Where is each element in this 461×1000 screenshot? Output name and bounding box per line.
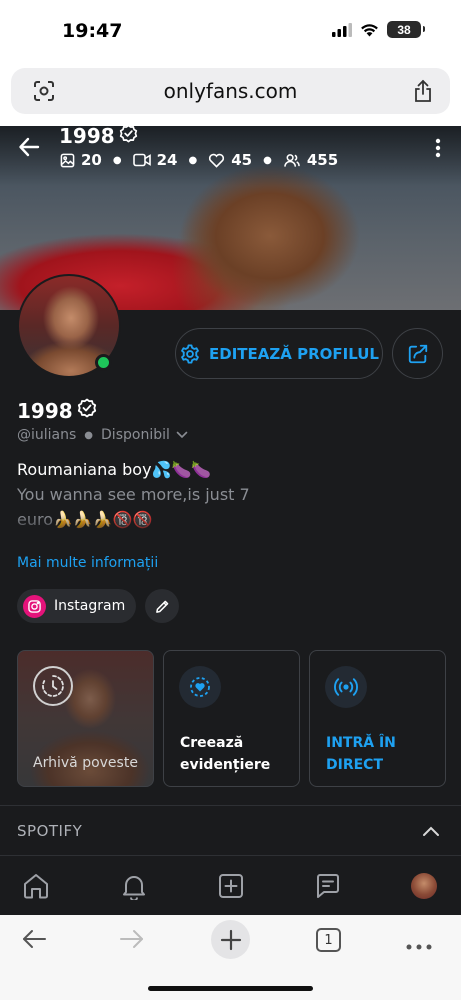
share-profile-button[interactable] [392,328,443,379]
handle-row: @iulians ● Disponibil [17,427,188,443]
status-bar: 19:47 38 [0,0,461,62]
instagram-link[interactable]: Instagram [17,589,136,623]
go-live-label: INTRĂ ÎN DIRECT [326,732,396,776]
story-archive-label: Arhivă poveste [33,755,138,771]
cover-name-text: 1998 [59,126,115,148]
stat-videos-count: 24 [156,151,178,169]
profile-bio: Roumaniana boy💦🍆🍆 You wanna see more,is … [17,457,437,539]
gear-icon [181,343,199,364]
section-divider [0,805,461,806]
verified-icon [119,126,138,148]
story-archive-card[interactable]: Arhivă poveste [17,650,154,787]
plus-square-icon[interactable] [217,872,245,905]
video-icon [132,153,151,167]
more-icon[interactable] [406,937,432,955]
heart-circle-icon [179,666,221,708]
status-time: 19:47 [62,20,123,42]
share-icon[interactable] [413,79,433,108]
edit-social-button[interactable] [145,589,179,623]
chat-icon[interactable] [314,872,342,905]
forward-icon[interactable] [119,927,145,956]
stat-separator: ● [112,154,122,166]
profile-name-text: 1998 [17,398,73,423]
bio-line-2: You wanna see more,is just 7 [17,485,250,504]
heart-icon [209,153,225,168]
chevron-down-icon[interactable] [176,427,188,443]
pencil-icon [155,600,168,613]
create-highlight-label-line2: evidențiere [180,757,271,773]
stat-fans[interactable]: 455 [283,151,338,169]
profile-section: EDITEAZĂ PROFILUL 1998 @iulians ● Dispon… [0,274,461,915]
go-live-label-line1: INTRĂ ÎN [326,735,396,751]
cover-title: 1998 [59,126,138,148]
live-broadcast-icon [325,666,367,708]
profile-name: 1998 [17,398,97,423]
chevron-up-icon[interactable] [422,824,440,842]
handle-separator: ● [84,429,94,441]
more-info-link[interactable]: Mai multe informații [17,555,158,571]
wifi-icon [361,23,378,36]
home-icon[interactable] [22,872,50,905]
stat-likes: 45 [208,151,252,169]
go-live-card[interactable]: INTRĂ ÎN DIRECT [309,650,446,787]
stat-likes-count: 45 [231,151,253,169]
status-icons: 38 [332,21,425,38]
home-indicator [148,986,313,991]
instagram-label: Instagram [54,598,126,614]
bio-fade [17,515,437,539]
image-icon [60,153,75,167]
profile-handle: @iulians [17,427,77,443]
new-tab-button[interactable] [211,920,250,959]
more-vertical-icon[interactable] [435,138,441,163]
edit-profile-label: EDITEAZĂ PROFILUL [209,344,379,363]
stat-photos-count: 20 [81,151,102,169]
create-highlight-label-line1: Creează [180,735,244,751]
battery-indicator: 38 [387,21,425,38]
share-profile-icon [408,344,427,363]
verified-icon [77,398,97,423]
url-bar[interactable]: onlyfans.com [11,68,450,114]
back-arrow-icon[interactable] [18,136,40,163]
stat-photos[interactable]: 20 [60,151,102,169]
cover-stats: 20 ● 24 ● 45 ● 455 [60,151,338,169]
bio-line-1: Roumaniana boy💦🍆🍆 [17,460,212,479]
edit-profile-button[interactable]: EDITEAZĂ PROFILUL [175,328,383,379]
instagram-icon [23,594,46,618]
url-text[interactable]: onlyfans.com [164,79,298,103]
stat-separator: ● [188,154,198,166]
back-icon[interactable] [21,927,47,956]
tabs-icon[interactable]: 1 [316,928,341,952]
bottom-nav [0,855,461,915]
page-menu-icon[interactable] [33,80,55,107]
create-highlight-card[interactable]: Creează evidențiere [163,650,300,787]
browser-toolbar: 1 [0,915,461,1000]
stat-separator: ● [263,154,272,166]
stat-fans-count: 455 [306,151,339,169]
nav-avatar[interactable] [411,873,437,899]
cellular-signal-icon [332,22,352,37]
create-highlight-label: Creează evidențiere [180,732,270,776]
spotify-section-title[interactable]: SPOTIFY [17,822,82,840]
users-icon [284,153,300,167]
bell-icon[interactable] [120,872,148,905]
go-live-label-line2: DIRECT [326,757,383,773]
stat-videos[interactable]: 24 [132,151,178,169]
history-clock-icon [33,666,73,706]
online-status-dot [95,354,112,371]
plus-icon [220,929,241,950]
availability-status[interactable]: Disponibil [101,427,170,443]
